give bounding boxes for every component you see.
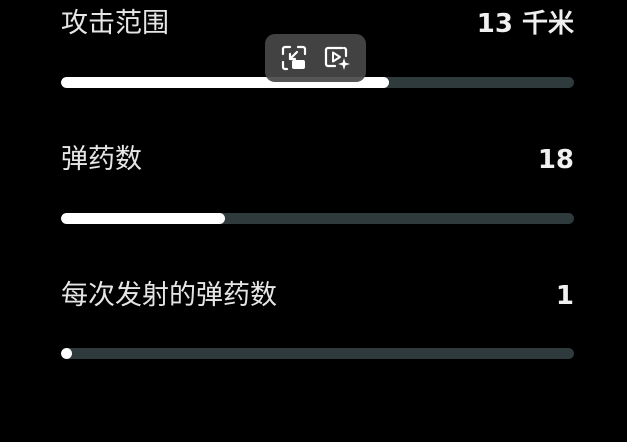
picture-in-picture-icon xyxy=(282,45,307,71)
media-overlay-toolbar xyxy=(265,34,366,82)
stat-label: 每次发射的弹药数 xyxy=(61,280,277,311)
stat-value: 1 xyxy=(555,281,574,311)
progress-fill xyxy=(61,213,225,224)
stat-ammo-per-shot: 每次发射的弹药数 1 xyxy=(61,276,574,359)
stat-header: 每次发射的弹药数 1 xyxy=(61,276,574,316)
stat-label: 弹药数 xyxy=(61,144,142,175)
progress-fill xyxy=(61,348,72,359)
stat-value: 18 xyxy=(537,145,574,175)
video-ai-button[interactable] xyxy=(319,40,355,76)
progress-track xyxy=(61,348,574,359)
stat-header: 弹药数 18 xyxy=(61,140,574,180)
stat-header xyxy=(61,402,574,442)
stat-partial-row xyxy=(61,402,574,442)
progress-track xyxy=(61,213,574,224)
video-ai-icon xyxy=(324,46,350,70)
picture-in-picture-button[interactable] xyxy=(276,40,312,76)
stat-label: 攻击范围 xyxy=(61,8,169,39)
stat-ammo-count: 弹药数 18 xyxy=(61,140,574,224)
stat-value: 13 千米 xyxy=(476,9,574,39)
